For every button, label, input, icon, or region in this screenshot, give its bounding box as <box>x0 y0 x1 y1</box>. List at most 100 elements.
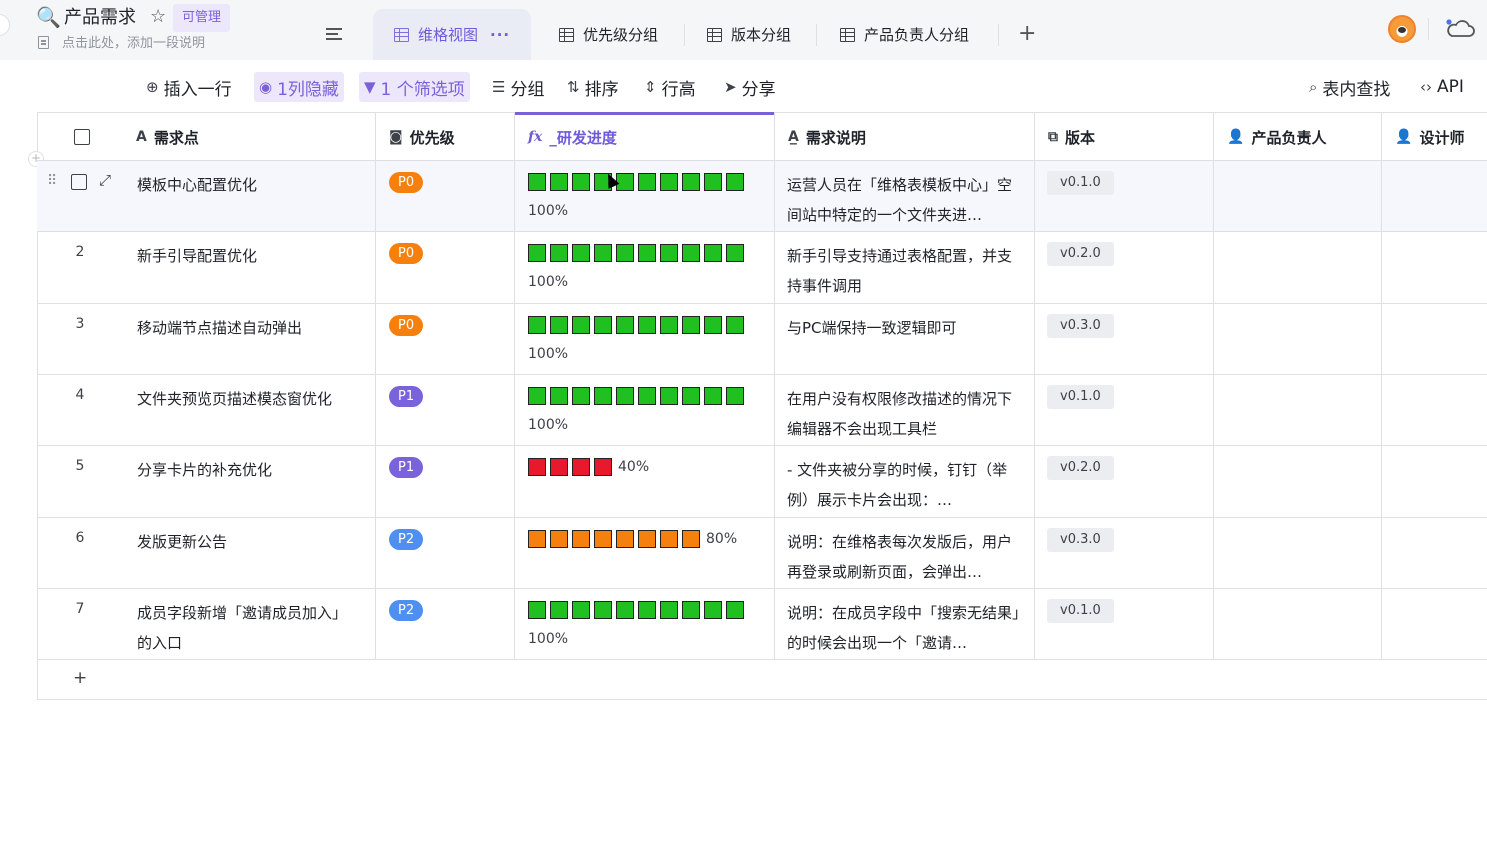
requirement-name[interactable]: 移动端节点描述自动弹出 <box>137 313 359 343</box>
single-select-icon: ◙ <box>389 129 403 145</box>
sort-button[interactable]: ⇅ 排序 <box>567 72 619 102</box>
version-tag[interactable]: v0.1.0 <box>1047 599 1114 623</box>
column-label: 需求点 <box>153 128 199 147</box>
table-row[interactable]: ⠿ ⤢ 模板中心配置优化 P0 100% 运营人员在「维格表模板中心」空间站中特定的一个文… <box>37 161 1487 232</box>
row-number: 4 <box>75 387 85 403</box>
requirement-name[interactable]: 模板中心配置优化 <box>137 170 359 200</box>
row-checkbox[interactable] <box>71 174 87 190</box>
version-tag[interactable]: v0.2.0 <box>1047 242 1114 266</box>
requirement-description[interactable]: - 文件夹被分享的时候，钉钉（举例）展示卡片会出现：… <box>787 455 1023 515</box>
table-row[interactable]: 6 发版更新公告 P2 80% 说明：在维格表每次发版后，用户再登录或刷新页面，会弹出…… <box>37 518 1487 589</box>
row-height-button[interactable]: ⇕ 行高 <box>644 72 696 102</box>
progress-block <box>594 458 612 476</box>
add-view-button[interactable]: + <box>1018 22 1036 46</box>
progress-block <box>682 530 700 548</box>
priority-badge[interactable]: P2 <box>389 529 424 550</box>
progress-bar <box>528 601 748 619</box>
page-title[interactable]: 产品需求 <box>64 6 136 30</box>
api-button[interactable]: ‹› API <box>1420 72 1464 102</box>
app-header: 🔍 产品需求 ☆ 可管理 点击此处，添加一段说明 维格视图 ··· 优先级分组 … <box>0 0 1487 60</box>
search-button[interactable]: ⌕ 表内查找 <box>1309 72 1390 102</box>
progress-block <box>638 316 656 334</box>
member-icon: 👤 <box>1395 129 1413 145</box>
tab-owner-group[interactable]: 产品负责人分组 <box>840 9 969 60</box>
add-row-icon[interactable]: + <box>73 668 87 688</box>
requirement-name[interactable]: 发版更新公告 <box>137 527 359 557</box>
table-row[interactable]: 2 新手引导配置优化 P0 100% 新手引导支持通过表格配置，并支持事件调用 v0.2.… <box>37 232 1487 304</box>
table-row[interactable]: 3 移动端节点描述自动弹出 P0 100% 与PC端保持一致逻辑即可 v0.3.0 <box>37 304 1487 375</box>
progress-block <box>726 316 744 334</box>
tab-priority-group[interactable]: 优先级分组 <box>559 9 658 60</box>
progress-block <box>594 244 612 262</box>
share-button[interactable]: ➤ 分享 <box>724 72 776 102</box>
title-emoji-icon[interactable]: 🔍 <box>36 4 61 30</box>
formula-column-highlight <box>515 112 774 115</box>
menu-icon[interactable] <box>326 28 342 40</box>
star-icon[interactable]: ☆ <box>150 6 166 28</box>
priority-badge[interactable]: P2 <box>389 600 424 621</box>
requirement-name[interactable]: 成员字段新增「邀请成员加入」的入口 <box>137 598 359 658</box>
insert-row-button[interactable]: ⊕ 插入一行 <box>146 72 232 102</box>
tab-divider <box>816 24 817 46</box>
requirement-name[interactable]: 新手引导配置优化 <box>137 241 359 271</box>
column-header-description[interactable]: A̲ 需求说明 <box>775 113 1035 161</box>
priority-badge[interactable]: P1 <box>389 386 424 407</box>
progress-block <box>594 601 612 619</box>
version-tag[interactable]: v0.1.0 <box>1047 385 1114 409</box>
requirement-description[interactable]: 在用户没有权限修改描述的情况下编辑器不会出现工具栏 <box>787 384 1023 444</box>
tab-version-group[interactable]: 版本分组 <box>707 9 791 60</box>
more-icon[interactable]: ··· <box>490 26 510 44</box>
column-label: 设计师 <box>1419 128 1465 147</box>
version-tag[interactable]: v0.3.0 <box>1047 528 1114 552</box>
share-label: 分享 <box>741 79 776 100</box>
table-row[interactable]: 7 成员字段新增「邀请成员加入」的入口 P2 100% 说明：在成员字段中「搜索无结果」… <box>37 589 1487 660</box>
requirement-description[interactable]: 运营人员在「维格表模板中心」空间站中特定的一个文件夹进… <box>787 170 1023 230</box>
tab-grid-view[interactable]: 维格视图 ··· <box>373 9 532 60</box>
priority-badge[interactable]: P0 <box>389 243 424 264</box>
version-tag[interactable]: v0.2.0 <box>1047 456 1114 480</box>
column-header-progress[interactable]: fx _研发进度 <box>515 113 775 161</box>
drag-handle-icon[interactable]: ⠿ <box>47 173 57 189</box>
progress-block <box>660 316 678 334</box>
table-row[interactable]: 5 分享卡片的补充优化 P1 40% - 文件夹被分享的时候，钉钉（举例）展示卡片会出现… <box>37 446 1487 518</box>
priority-badge[interactable]: P0 <box>389 315 424 336</box>
progress-block <box>682 173 700 191</box>
table-row[interactable]: 4 文件夹预览页描述模态窗优化 P1 100% 在用户没有权限修改描述的情况下编辑器不会… <box>37 375 1487 446</box>
requirement-description[interactable]: 说明：在成员字段中「搜索无结果」的时候会出现一个「邀请… <box>787 598 1023 658</box>
progress-block <box>704 244 722 262</box>
requirement-name[interactable]: 分享卡片的补充优化 <box>137 455 359 485</box>
version-tag[interactable]: v0.3.0 <box>1047 314 1114 338</box>
filter-button[interactable]: ▼ 1 个筛选项 <box>359 72 470 102</box>
toolbar: ⊕ 插入一行 ◉ 1列隐藏 ▼ 1 个筛选项 ☰ 分组 ⇅ 排序 ⇕ 行高 ➤ … <box>0 60 1487 112</box>
requirement-description[interactable]: 与PC端保持一致逻辑即可 <box>787 313 1023 343</box>
column-header-priority[interactable]: ◙ 优先级 <box>376 113 515 161</box>
sidebar-toggle[interactable] <box>0 14 10 36</box>
expand-record-icon[interactable]: ⤢ <box>99 171 111 189</box>
tab-label: 优先级分组 <box>583 26 659 44</box>
priority-badge[interactable]: P0 <box>389 172 424 193</box>
description-placeholder[interactable]: 点击此处，添加一段说明 <box>62 35 205 53</box>
requirement-name[interactable]: 文件夹预览页描述模态窗优化 <box>137 384 359 414</box>
priority-badge[interactable]: P1 <box>389 457 424 478</box>
hidden-columns-button[interactable]: ◉ 1列隐藏 <box>254 72 344 102</box>
column-header-designer[interactable]: 👤 设计师 <box>1382 113 1487 161</box>
avatar[interactable] <box>1388 15 1416 43</box>
add-row[interactable]: + <box>37 660 1487 700</box>
plus-circle-icon: ⊕ <box>146 78 159 96</box>
progress-block <box>572 316 590 334</box>
column-header-version[interactable]: ⧉ 版本 <box>1035 113 1214 161</box>
progress-block <box>594 387 612 405</box>
column-header-name[interactable]: A 需求点 <box>123 113 376 161</box>
progress-bar: 40% <box>528 458 649 476</box>
version-tag[interactable]: v0.1.0 <box>1047 171 1114 195</box>
progress-bar: 80% <box>528 530 737 548</box>
column-header-owner[interactable]: 👤 产品负责人 <box>1214 113 1382 161</box>
cloud-icon[interactable] <box>1444 16 1476 40</box>
select-all-checkbox[interactable] <box>74 129 90 145</box>
requirement-description[interactable]: 新手引导支持通过表格配置，并支持事件调用 <box>787 241 1023 301</box>
requirement-description[interactable]: 说明：在维格表每次发版后，用户再登录或刷新页面，会弹出… <box>787 527 1023 587</box>
group-button[interactable]: ☰ 分组 <box>492 72 544 102</box>
filter-icon: ▼ <box>364 78 376 96</box>
progress-block <box>572 387 590 405</box>
grid-icon <box>394 27 409 42</box>
